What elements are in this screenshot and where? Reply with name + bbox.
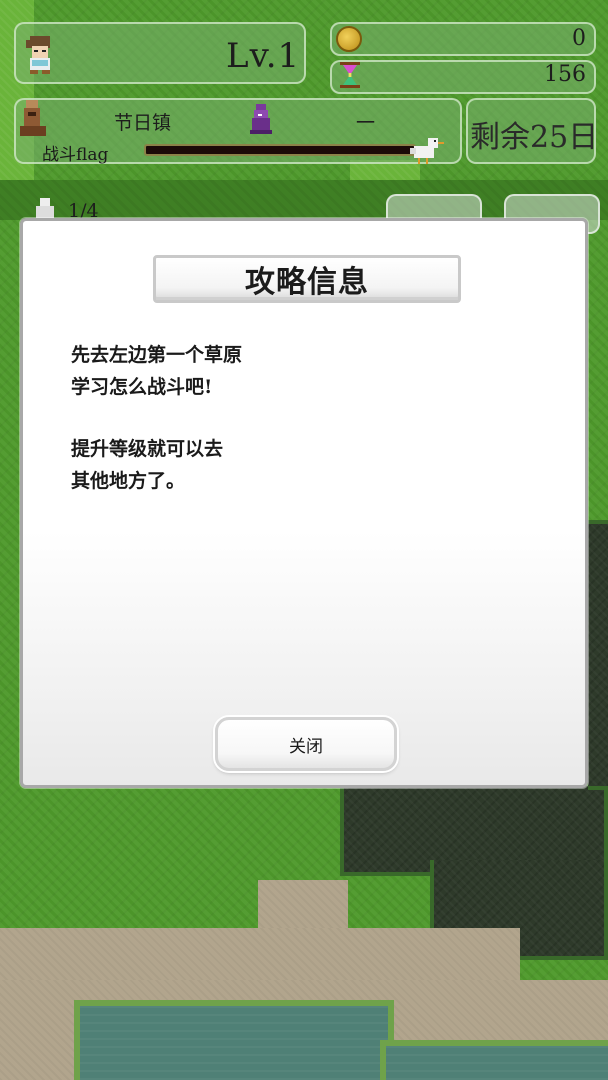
level-label: Lv.1 <box>226 36 301 76</box>
days-left-label: 剩余25日 <box>470 120 599 155</box>
close-button[interactable]: 关闭 <box>215 717 397 771</box>
dialog-line: 其他地方了。 <box>71 470 186 492</box>
totem-icon <box>20 100 46 136</box>
dialog-line: 提升等级就可以去 <box>71 438 224 460</box>
gold-panel <box>330 22 596 56</box>
strategy-info-dialog: 攻略信息 先去左边第一个草原 学习怎么战斗吧! 提升等级就可以去 其他地方了。 … <box>20 218 588 788</box>
dialog-title: 攻略信息 <box>245 265 369 300</box>
gold-value: 0 <box>572 26 586 51</box>
coin-icon <box>336 26 362 52</box>
hero-avatar <box>26 36 50 74</box>
enemy-value: 一 <box>356 112 376 134</box>
battle-flag-progress-bar <box>144 144 416 156</box>
water-pond <box>380 1040 608 1080</box>
town-name: 节日镇 <box>114 112 172 134</box>
forest-area <box>588 520 608 790</box>
dialog-line-spacer <box>71 403 531 433</box>
hourglass-icon <box>340 62 360 88</box>
chick-icon <box>410 138 444 164</box>
dialog-line: 学习怎么战斗吧! <box>71 376 213 398</box>
water-pond <box>74 1000 394 1080</box>
dialog-title-box: 攻略信息 <box>153 255 461 303</box>
dialog-body: 先去左边第一个草原 学习怎么战斗吧! 提升等级就可以去 其他地方了。 <box>71 339 531 497</box>
close-button-label: 关闭 <box>289 736 323 757</box>
wizard-icon <box>250 104 272 134</box>
battle-flag-label: 战斗flag <box>42 145 109 165</box>
time-value: 156 <box>544 62 586 87</box>
dialog-line: 先去左边第一个草原 <box>71 344 243 366</box>
